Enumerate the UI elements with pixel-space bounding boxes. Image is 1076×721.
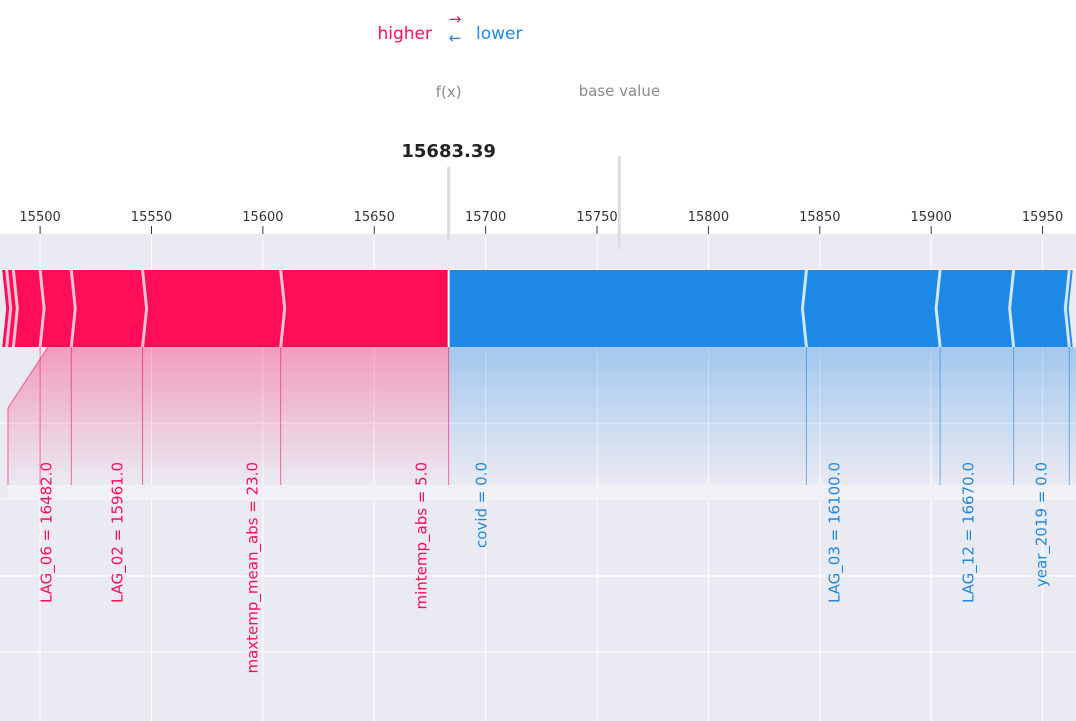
negative-feature-label: LAG_12 = 16670.0 — [960, 462, 979, 603]
legend-lower-arrow-icon: ← — [449, 29, 462, 47]
positive-force-bar — [71, 270, 147, 347]
base-value-label: base value — [579, 82, 661, 100]
positive-feature-label: maxtemp_mean_abs = 23.0 — [244, 462, 263, 674]
x-tick-label: 15700 — [465, 210, 506, 225]
positive-feature-label: LAG_06 = 16482.0 — [38, 462, 57, 603]
positive-force-bar — [142, 270, 285, 347]
x-tick-label: 15800 — [688, 210, 729, 225]
negative-force-bar — [936, 270, 1014, 347]
x-tick-label: 15550 — [131, 210, 172, 225]
x-axis-tick-labels: 15500 15550 15600 15650 15700 15750 15800 15850… — [19, 210, 1063, 225]
force-plot: 15500 15550 15600 15650 15700 15750 15800 15850… — [0, 10, 1076, 721]
x-tick-label: 15600 — [242, 210, 283, 225]
negative-feature-label: covid = 0.0 — [473, 462, 491, 548]
legend-lower: lower — [476, 24, 522, 44]
negative-force-bar — [448, 270, 807, 347]
positive-feature-label: LAG_02 = 15961.0 — [109, 462, 128, 603]
negative-force-bar — [1009, 270, 1070, 347]
x-tick-label: 15750 — [576, 210, 617, 225]
x-tick-label: 15850 — [799, 210, 840, 225]
output-value: 15683.39 — [401, 141, 496, 162]
x-tick-label: 15500 — [19, 210, 60, 225]
x-tick-label: 15900 — [911, 210, 952, 225]
positive-feature-label: mintemp_abs = 5.0 — [413, 462, 432, 610]
output-label: f(x) — [436, 83, 462, 101]
positive-label-fill — [2, 347, 449, 485]
negative-label-fill — [448, 347, 1076, 485]
negative-force-bar — [802, 270, 941, 347]
legend: higher → ← lower — [377, 10, 522, 47]
label-band — [8, 485, 1076, 499]
positive-force-bar — [280, 270, 449, 347]
x-tick-label: 15650 — [354, 210, 395, 225]
legend-higher-arrow-icon: → — [449, 10, 462, 28]
negative-feature-label: year_2019 = 0.0 — [1033, 462, 1052, 587]
feature-label-connectors — [2, 346, 1076, 499]
legend-higher: higher — [377, 24, 432, 44]
negative-feature-label: LAG_03 = 16100.0 — [826, 462, 845, 603]
force-bars — [2, 269, 1073, 348]
x-tick-label: 15950 — [1022, 210, 1063, 225]
